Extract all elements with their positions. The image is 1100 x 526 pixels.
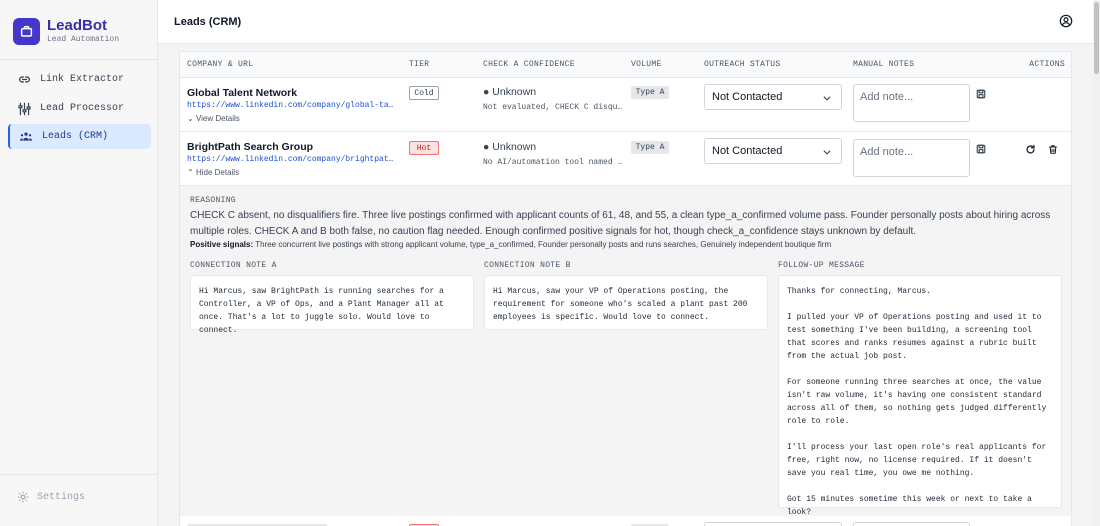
view-details-toggle[interactable]: ⌄ View Details	[187, 114, 240, 123]
column-header: ACTIONS	[1029, 60, 1065, 69]
signals-text: Three concurrent live postings with stro…	[255, 240, 832, 249]
settings-button[interactable]: Settings	[17, 491, 85, 503]
chevron-down-icon: ⌄	[187, 114, 194, 123]
sidebar-divider	[0, 474, 157, 475]
outreach-status-select[interactable]	[704, 522, 842, 526]
column-header: COMPANY & URL	[187, 60, 254, 69]
lead-detail-panel: REASONING CHECK C absent, no disqualifie…	[180, 186, 1071, 517]
confidence-value: ● Unknown	[483, 86, 537, 98]
sidebar-item-lead-processor[interactable]: Lead Processor	[8, 96, 151, 121]
connection-note-b[interactable]: Hi Marcus, saw your VP of Operations pos…	[484, 275, 768, 330]
volume-badge: Type A	[631, 141, 669, 154]
refresh-icon[interactable]	[1024, 143, 1036, 155]
chevron-down-icon	[823, 150, 831, 155]
column-header: OUTREACH STATUS	[704, 60, 781, 69]
reasoning-text: CHECK C absent, no disqualifiers fire. T…	[190, 210, 1051, 237]
reasoning-label: REASONING	[190, 196, 236, 205]
briefcase-icon	[13, 17, 40, 45]
sidebar: LeadBot Lead Automation Link Extractor L…	[0, 0, 158, 526]
scrollbar-thumb[interactable]	[1094, 2, 1099, 74]
positive-signals: Positive signals: Three concurrent live …	[190, 240, 1070, 249]
confidence-note: Not evaluated, CHECK C disqualified	[483, 103, 623, 112]
confidence-value: ● Unknown	[483, 141, 537, 153]
column-header: TIER	[409, 60, 430, 69]
status-value: Not Contacted	[712, 91, 783, 103]
hide-details-toggle[interactable]: ⌃ Hide Details	[187, 168, 239, 177]
signals-label: Positive signals:	[190, 240, 254, 249]
manual-note-input[interactable]: Add note...	[853, 139, 970, 177]
note-a-label: CONNECTION NOTE A	[190, 261, 277, 270]
follow-up-message[interactable]: Thanks for connecting, Marcus. I pulled …	[778, 275, 1062, 517]
note-b-label: CONNECTION NOTE B	[484, 261, 571, 270]
users-icon	[19, 130, 33, 144]
table-header: COMPANY & URL TIER CHECK A CONFIDENCE VO…	[180, 52, 1071, 78]
sidebar-item-label: Lead Processor	[40, 103, 125, 114]
page-title: Leads (CRM)	[174, 16, 242, 28]
confidence-label: Unknown	[492, 141, 537, 153]
trash-icon[interactable]	[1047, 143, 1059, 155]
company-name: BrightPath Search Group	[187, 141, 314, 153]
sidebar-item-link-extractor[interactable]: Link Extractor	[8, 67, 151, 92]
tier-badge: Cold	[409, 86, 439, 100]
manual-note-input[interactable]	[853, 522, 970, 526]
sidebar-item-label: Link Extractor	[40, 74, 125, 85]
chevron-up-icon: ⌃	[187, 168, 194, 177]
column-header: MANUAL NOTES	[853, 60, 915, 69]
company-url[interactable]: https://www.linkedin.com/company/brightp…	[187, 155, 397, 164]
status-value: Not Contacted	[712, 145, 783, 157]
sidebar-item-leads-crm[interactable]: Leads (CRM)	[8, 124, 151, 149]
save-icon[interactable]	[975, 143, 987, 155]
outreach-status-select[interactable]: Not Contacted	[704, 138, 842, 164]
save-icon[interactable]	[975, 88, 987, 100]
app-subtitle: Lead Automation	[47, 35, 120, 44]
confidence-note: No AI/automation tool named on site	[483, 158, 623, 167]
company-url[interactable]: https://www.linkedin.com/company/global-…	[187, 101, 397, 110]
page-scrollbar[interactable]	[1093, 0, 1100, 526]
sidebar-item-label: Leads (CRM)	[42, 131, 109, 142]
chevron-down-icon	[823, 96, 831, 101]
column-header: CHECK A CONFIDENCE	[483, 60, 575, 69]
tier-badge: Hot	[409, 141, 439, 155]
outreach-status-select[interactable]: Not Contacted	[704, 84, 842, 110]
table-row	[180, 516, 1071, 526]
volume-badge: Type A	[631, 86, 669, 99]
link-icon	[17, 73, 31, 87]
manual-note-input[interactable]: Add note...	[853, 84, 970, 122]
connection-note-a[interactable]: Hi Marcus, saw BrightPath is running sea…	[190, 275, 474, 335]
table-row: BrightPath Search Group https://www.link…	[180, 132, 1071, 186]
user-icon[interactable]	[1059, 14, 1073, 28]
header: Leads (CRM)	[158, 0, 1093, 44]
gear-icon	[17, 491, 29, 503]
company-name: Global Talent Network	[187, 87, 298, 99]
followup-label: FOLLOW-UP MESSAGE	[778, 261, 865, 270]
sidebar-divider	[0, 59, 157, 60]
confidence-label: Unknown	[492, 86, 537, 98]
table-row: Global Talent Network https://www.linked…	[180, 78, 1071, 132]
toggle-label: Hide Details	[195, 168, 240, 177]
toggle-label: View Details	[195, 114, 240, 123]
leads-table: COMPANY & URL TIER CHECK A CONFIDENCE VO…	[179, 51, 1072, 526]
app-name: LeadBot	[47, 17, 107, 34]
column-header: VOLUME	[631, 60, 662, 69]
sliders-icon	[17, 102, 31, 116]
brand[interactable]: LeadBot Lead Automation	[13, 17, 119, 45]
settings-label: Settings	[37, 491, 86, 503]
